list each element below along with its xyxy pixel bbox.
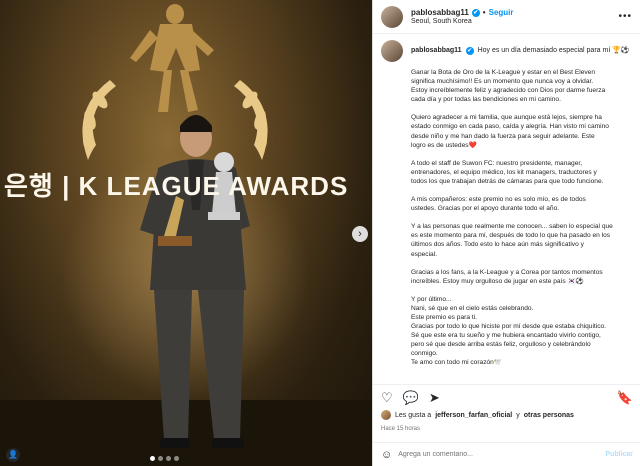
caption-paragraph: Y por último... Nani, sé que en el cielo … — [411, 295, 631, 368]
caption-avatar[interactable] — [381, 40, 403, 62]
laurel-left — [82, 80, 116, 160]
caption-line: Sé que este era tu sueño y me hubiera en… — [411, 332, 601, 340]
post-side-panel: pablosabbag11 ✔ • Seguir Seoul, South Ko… — [372, 0, 640, 466]
liker-username[interactable]: jefferson_farfan_oficial — [435, 412, 512, 419]
caption-line: Y por último... — [411, 295, 452, 303]
carousel-dot — [150, 456, 155, 461]
caption-line: Te amo con todo mi corazón🕊️ — [411, 359, 503, 367]
caption-line: pero sé que desde arriba estás feliz, or… — [411, 341, 591, 349]
caption-headline: Hoy es un día demasiado especial para mí… — [477, 47, 630, 55]
caption-line: Y a las personas que realmente me conoce… — [411, 223, 613, 231]
awards-scene-illustration — [0, 4, 372, 466]
carousel-dots — [150, 456, 179, 461]
caption-line: Gracias a los fans, a la K-League y a Co… — [411, 268, 603, 276]
caption-line: Gracias por todo lo que hiciste por mí d… — [411, 323, 606, 331]
carousel-dot — [166, 456, 171, 461]
publish-button[interactable]: Publicar — [605, 451, 633, 458]
comment-icon[interactable]: 💬 — [403, 390, 419, 406]
caption-line: últimos dos años. Todo esto lo hace aún … — [411, 241, 584, 249]
likes-others[interactable]: otras personas — [524, 412, 574, 419]
caption-line: todos los que trabajan detrás de cámaras… — [411, 177, 604, 185]
caption-line: Quiero agradecer a mi familia, que aunqu… — [411, 114, 602, 122]
awards-banner-text: 은행 | K LEAGUE AWARDS — [4, 171, 349, 201]
caption-paragraph: Quiero agradecer a mi familia, que aunqu… — [411, 113, 631, 149]
follow-button[interactable]: Seguir — [489, 8, 514, 17]
author-username[interactable]: pablosabbag11 — [411, 8, 469, 17]
laurel-right — [234, 80, 268, 160]
liker-avatar[interactable] — [381, 410, 391, 420]
carousel-dot — [158, 456, 163, 461]
golden-statue — [130, 4, 214, 112]
caption-line: es este momento para mí, después de todo… — [411, 232, 611, 240]
caption-line: estado conmigo en cada paso, caída y ale… — [411, 123, 609, 131]
caption-line: Nani, sé que en el cielo estás celebrand… — [411, 304, 534, 312]
caption-body: pablosabbag11 ✔ Hoy es un día demasiado … — [411, 40, 631, 380]
author-avatar[interactable] — [381, 5, 403, 28]
comment-bar: ☺ Publicar — [373, 442, 640, 466]
caption-line: Ganar la Bota de Oro de la K-League y es… — [411, 69, 596, 76]
caption-line: entrenadores, el equipo médico, los kit … — [411, 168, 597, 176]
share-icon[interactable]: ➤ — [429, 390, 440, 406]
caption-line: Estoy increíblemente feliz y agradecido … — [411, 87, 606, 95]
caption-paragraph: Gracias a los fans, a la K-League y a Co… — [411, 268, 631, 286]
caption-line: A todo el staff de Suwon FC: nuestro pre… — [411, 159, 583, 167]
comment-input[interactable] — [398, 451, 600, 458]
likes-prefix: Les gusta a — [395, 411, 432, 419]
post-location[interactable]: Seoul, South Korea — [411, 18, 618, 25]
like-icon[interactable]: ♡ — [381, 390, 393, 406]
caption-line: Este premio es para ti. — [411, 313, 477, 321]
caption-line: ustedes. Gracias por el apoyo durante to… — [411, 205, 560, 213]
carousel-next-icon[interactable]: › — [352, 226, 368, 242]
caption-paragraph: Y a las personas que realmente me conoce… — [411, 222, 631, 258]
caption-line: significa muchísimo!! Es un momento que … — [411, 78, 594, 86]
caption-line: logro es de ustedes❤️ — [411, 141, 477, 149]
caption-username[interactable]: pablosabbag11 — [411, 46, 462, 55]
carousel-dot — [174, 456, 179, 461]
user-tag-icon[interactable]: 👤 — [6, 448, 20, 462]
caption-paragraph: Ganar la Bota de Oro de la K-League y es… — [411, 68, 631, 104]
caption-line: increíbles. Estoy muy orgulloso de jugar… — [411, 277, 584, 285]
save-icon[interactable]: 🔖 — [617, 390, 633, 406]
caption-line: desde niño y me han dado la fuerza para … — [411, 132, 595, 140]
header-separator: • — [482, 8, 486, 17]
caption-line: cada día y por todas las bendiciones en … — [411, 96, 561, 104]
verified-badge-icon: ✔ — [471, 8, 480, 17]
post-caption: pablosabbag11 ✔ Hoy es un día demasiado … — [373, 34, 640, 380]
author-info: pablosabbag11 ✔ • Seguir Seoul, South Ko… — [411, 8, 618, 25]
caption-line: conmigo. — [411, 350, 438, 358]
likes-middle: y — [516, 411, 520, 419]
verified-badge-icon: ✔ — [465, 47, 474, 55]
likes-summary: Les gusta a jefferson_farfan_oficial y o… — [381, 410, 633, 420]
post-actions: ♡ 💬 ➤ 🔖 — [373, 384, 640, 410]
post-header: pablosabbag11 ✔ • Seguir Seoul, South Ko… — [373, 0, 640, 34]
caption-first-line: pablosabbag11 ✔ Hoy es un día demasiado … — [411, 40, 631, 62]
caption-line: especial. — [411, 250, 438, 258]
post-photo[interactable]: 은행 | K LEAGUE AWARDS › 👤 — [0, 0, 372, 466]
emoji-icon[interactable]: ☺ — [381, 449, 392, 461]
caption-line: A mis compañeros: este premio no es solo… — [411, 196, 586, 204]
post-timestamp[interactable]: Hace 15 horas — [381, 426, 420, 432]
caption-paragraph: A todo el staff de Suwon FC: nuestro pre… — [411, 159, 631, 186]
more-options-icon[interactable]: ••• — [618, 11, 632, 22]
caption-paragraph: A mis compañeros: este premio no es solo… — [411, 195, 631, 213]
